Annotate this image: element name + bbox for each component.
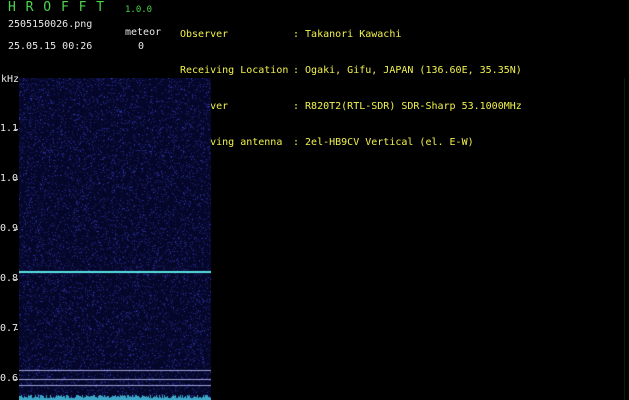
antenna-value: : 2el-HB9CV Vertical (el. E-W) — [293, 137, 474, 148]
station-info: Observer : Takanori Kawachi Receiving Loc… — [180, 5, 522, 161]
y-tick-label: 1.1 — [0, 123, 19, 134]
capture-datetime: 25.05.15 00:26 — [8, 41, 93, 52]
observer-key: Observer — [180, 29, 229, 40]
receiver-value: : R820T2(RTL-SDR) SDR-Sharp 53.1000MHz — [293, 101, 522, 112]
antenna-row: Receiving antenna: 2el-HB9CV Vertical (e… — [180, 137, 522, 149]
spectrogram — [19, 78, 211, 400]
y-tick-mark — [14, 329, 18, 330]
y-tick-mark — [14, 229, 18, 230]
y-tick-label: 0.9 — [0, 223, 19, 234]
y-tick-mark — [14, 379, 18, 380]
meteor-label: meteor — [125, 27, 162, 38]
image-filename: 2505150026.png — [8, 19, 93, 30]
location-key: Receiving Location — [180, 65, 289, 76]
y-tick-label: 0.7 — [0, 323, 19, 334]
y-tick-mark — [14, 279, 18, 280]
receiver-row: Receiver: R820T2(RTL-SDR) SDR-Sharp 53.1… — [180, 101, 522, 113]
observer-value: : Takanori Kawachi — [293, 29, 402, 40]
meteor-count: 0 — [138, 41, 145, 52]
app-title: H R O F F T — [8, 0, 106, 15]
plot-edge — [624, 78, 625, 400]
y-tick-mark — [14, 179, 18, 180]
y-tick-mark — [14, 129, 18, 130]
y-tick-label: 1.0 — [0, 173, 19, 184]
observer-row: Observer : Takanori Kawachi — [180, 29, 522, 41]
y-tick-label: 0.6 — [0, 373, 19, 384]
location-value: : Ogaki, Gifu, JAPAN (136.60E, 35.35N) — [293, 65, 522, 76]
frequency-unit: kHz — [1, 74, 20, 85]
y-tick-label: 0.8 — [0, 273, 19, 284]
location-row: Receiving Location : Ogaki, Gifu, JAPAN (… — [180, 65, 522, 77]
app-version: 1.0.0 — [125, 5, 153, 15]
